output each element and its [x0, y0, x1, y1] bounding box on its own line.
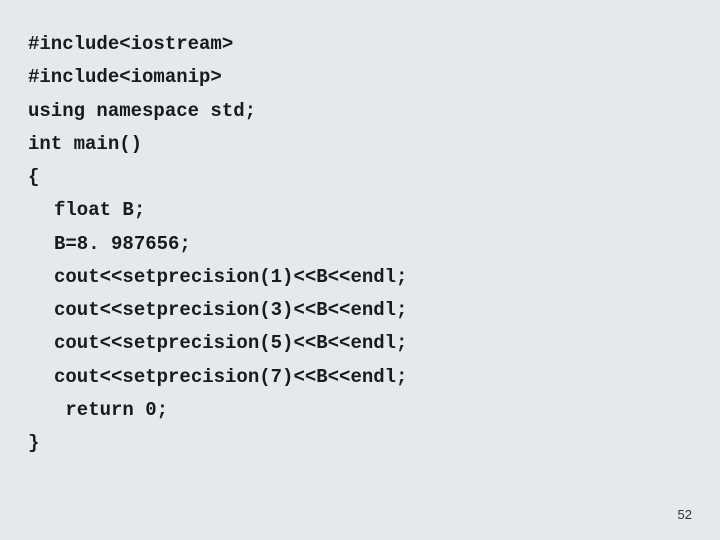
code-line-11: cout<<setprecision(7)<<B<<endl;	[28, 361, 720, 394]
code-line-6: float B;	[28, 194, 720, 227]
code-line-1: #include<iostream>	[28, 28, 720, 61]
code-line-10: cout<<setprecision(5)<<B<<endl;	[28, 327, 720, 360]
code-line-4: int main()	[28, 128, 720, 161]
code-line-9: cout<<setprecision(3)<<B<<endl;	[28, 294, 720, 327]
code-line-2: #include<iomanip>	[28, 61, 720, 94]
code-line-7: B=8. 987656;	[28, 228, 720, 261]
code-line-8: cout<<setprecision(1)<<B<<endl;	[28, 261, 720, 294]
code-line-3: using namespace std;	[28, 95, 720, 128]
code-line-5: {	[28, 161, 720, 194]
code-line-13: }	[28, 427, 720, 460]
code-line-12: return 0;	[28, 394, 720, 427]
page-number: 52	[678, 507, 692, 522]
